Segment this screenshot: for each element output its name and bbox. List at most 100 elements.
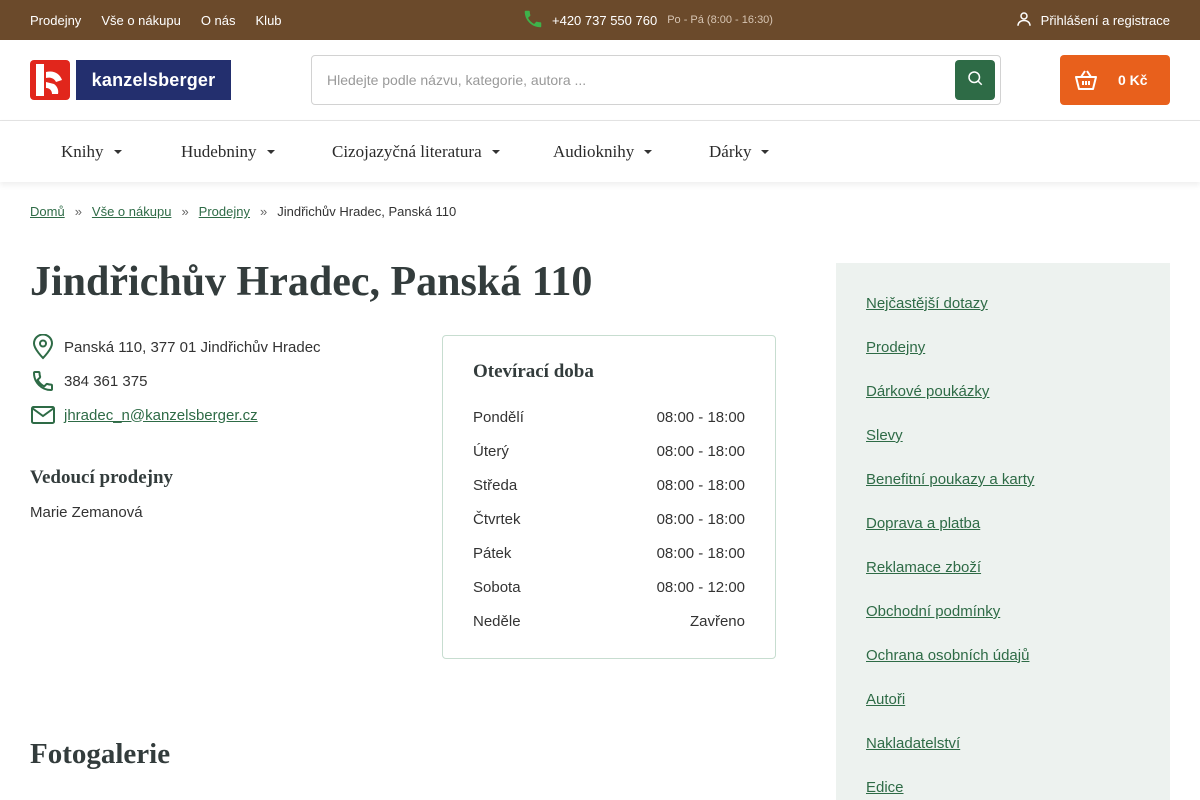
top-phone: +420 737 550 760 Po - Pá (8:00 - 16:30): [522, 0, 773, 40]
cart-amount: 0 Kč: [1118, 72, 1148, 88]
day-label: Pondělí: [473, 408, 524, 426]
time-value: 08:00 - 18:00: [656, 510, 745, 528]
time-value: 08:00 - 18:00: [656, 544, 745, 562]
store-contact: Panská 110, 377 01 Jindřichův Hradec 384…: [30, 334, 321, 436]
opening-hours-row: Pondělí 08:00 - 18:00: [473, 400, 745, 434]
login-label: Přihlášení a registrace: [1040, 12, 1170, 28]
top-phone-hours: Po - Pá (8:00 - 16:30): [667, 14, 773, 26]
opening-hours-heading: Otevírací doba: [473, 361, 594, 382]
sidebar-links: Nejčastější dotazy Prodejny Dárkové pouk…: [866, 293, 1034, 800]
top-phone-number[interactable]: +420 737 550 760: [552, 13, 657, 28]
opening-hours-row: Čtvrtek 08:00 - 18:00: [473, 502, 745, 536]
opening-hours-row: Sobota 08:00 - 12:00: [473, 570, 745, 604]
day-label: Úterý: [473, 442, 509, 460]
breadcrumb-separator: »: [259, 204, 268, 219]
top-link-o-nas[interactable]: O nás: [201, 13, 236, 28]
opening-hours-row: Pátek 08:00 - 18:00: [473, 536, 745, 570]
top-link-prodejny[interactable]: Prodejny: [30, 13, 81, 28]
category-hudebniny[interactable]: Hudebniny: [181, 121, 275, 182]
sidebar-link-edice[interactable]: Edice: [866, 777, 1034, 800]
category-label: Audioknihy: [553, 141, 635, 161]
top-link-klub[interactable]: Klub: [256, 13, 282, 28]
category-darky[interactable]: Dárky: [709, 121, 770, 182]
caret-down-icon: [761, 149, 770, 154]
top-link-vse-o-nakupu[interactable]: Vše o nákupu: [101, 13, 181, 28]
category-audioknihy[interactable]: Audioknihy: [553, 121, 653, 182]
store-phone-row: 384 361 375: [30, 368, 321, 394]
day-label: Neděle: [473, 612, 521, 630]
map-pin-icon: [30, 334, 56, 360]
caret-down-icon: [644, 149, 653, 154]
breadcrumb-vse-o-nakupu[interactable]: Vše o nákupu: [92, 204, 172, 219]
breadcrumb-home[interactable]: Domů: [30, 204, 65, 219]
opening-hours-row: Středa 08:00 - 18:00: [473, 468, 745, 502]
day-label: Pátek: [473, 544, 512, 562]
day-label: Sobota: [473, 578, 521, 596]
opening-hours-list: Pondělí 08:00 - 18:00 Úterý 08:00 - 18:00 …: [473, 400, 745, 638]
logo[interactable]: kanzelsberger: [30, 60, 231, 100]
phone-icon: [522, 8, 544, 33]
site-header: kanzelsberger 0 Kč: [0, 40, 1200, 121]
top-bar: Prodejny Vše o nákupu O nás Klub +420 73…: [0, 0, 1200, 40]
sidebar-link-autori[interactable]: Autoři: [866, 689, 1034, 733]
basket-icon: [1074, 69, 1098, 91]
time-value: 08:00 - 12:00: [656, 578, 745, 596]
manager-heading: Vedoucí prodejny: [30, 467, 174, 488]
time-value: Zavřeno: [689, 612, 745, 630]
category-label: Cizojazyčná literatura: [332, 141, 482, 161]
cart-button[interactable]: 0 Kč: [1060, 55, 1170, 105]
sidebar-link-benefitni-poukazy[interactable]: Benefitní poukazy a karty: [866, 469, 1034, 513]
caret-down-icon: [113, 149, 122, 154]
caret-down-icon: [491, 149, 500, 154]
envelope-icon: [30, 402, 56, 428]
search-input[interactable]: [327, 56, 947, 104]
breadcrumb-current: Jindřichův Hradec, Panská 110: [277, 204, 457, 219]
breadcrumb-prodejny[interactable]: Prodejny: [199, 204, 250, 219]
breadcrumb-separator: »: [74, 204, 82, 219]
category-label: Hudebniny: [181, 141, 257, 161]
sidebar-link-faq[interactable]: Nejčastější dotazy: [866, 293, 1034, 337]
sidebar-link-prodejny[interactable]: Prodejny: [866, 337, 1034, 381]
sidebar-link-nakladatelstvi[interactable]: Nakladatelství: [866, 733, 1034, 777]
search-bar: [311, 55, 1001, 105]
opening-hours-box: Otevírací doba Pondělí 08:00 - 18:00 Úter…: [442, 335, 776, 659]
store-email-row: jhradec_n@kanzelsberger.cz: [30, 402, 321, 428]
caret-down-icon: [266, 149, 275, 154]
user-icon: [1015, 10, 1033, 31]
store-email-link[interactable]: jhradec_n@kanzelsberger.cz: [64, 407, 258, 424]
opening-hours-row: Neděle Zavřeno: [473, 604, 745, 638]
search-icon: [966, 69, 984, 92]
day-label: Středa: [473, 476, 518, 494]
category-knihy[interactable]: Knihy: [61, 121, 122, 182]
search-button[interactable]: [955, 60, 995, 100]
sidebar-link-obchodni-podminky[interactable]: Obchodní podmínky: [866, 601, 1034, 645]
store-address-row: Panská 110, 377 01 Jindřichův Hradec: [30, 334, 321, 360]
category-label: Knihy: [61, 141, 104, 161]
phone-icon: [30, 368, 56, 394]
sidebar-link-slevy[interactable]: Slevy: [866, 425, 1034, 469]
store-address: Panská 110, 377 01 Jindřichův Hradec: [64, 338, 321, 356]
sidebar: Nejčastější dotazy Prodejny Dárkové pouk…: [836, 263, 1170, 800]
category-cizojazycna-literatura[interactable]: Cizojazyčná literatura: [332, 121, 500, 182]
time-value: 08:00 - 18:00: [656, 408, 745, 426]
breadcrumb: Domů » Vše o nákupu » Prodejny » Jindřic…: [30, 204, 456, 219]
store-phone: 384 361 375: [64, 372, 148, 390]
login-link[interactable]: Přihlášení a registrace: [1015, 0, 1170, 40]
page-title: Jindřichův Hradec, Panská 110: [30, 259, 593, 305]
sidebar-link-reklamace[interactable]: Reklamace zboží: [866, 557, 1034, 601]
category-label: Dárky: [709, 141, 752, 161]
logo-wordmark: kanzelsberger: [76, 60, 231, 100]
day-label: Čtvrtek: [473, 510, 521, 528]
sidebar-link-doprava-a-platba[interactable]: Doprava a platba: [866, 513, 1034, 557]
manager-name: Marie Zemanová: [30, 504, 143, 521]
time-value: 08:00 - 18:00: [656, 442, 745, 460]
time-value: 08:00 - 18:00: [656, 476, 745, 494]
category-nav: Knihy Hudebniny Cizojazyčná literatura A…: [0, 121, 1200, 182]
sidebar-link-darkove-poukazky[interactable]: Dárkové poukázky: [866, 381, 1034, 425]
logo-mark: [30, 60, 70, 100]
breadcrumb-separator: »: [181, 204, 189, 219]
top-links: Prodejny Vše o nákupu O nás Klub: [30, 0, 282, 40]
gallery-heading: Fotogalerie: [30, 738, 171, 770]
opening-hours-row: Úterý 08:00 - 18:00: [473, 434, 745, 468]
sidebar-link-ochrana-udaju[interactable]: Ochrana osobních údajů: [866, 645, 1034, 689]
